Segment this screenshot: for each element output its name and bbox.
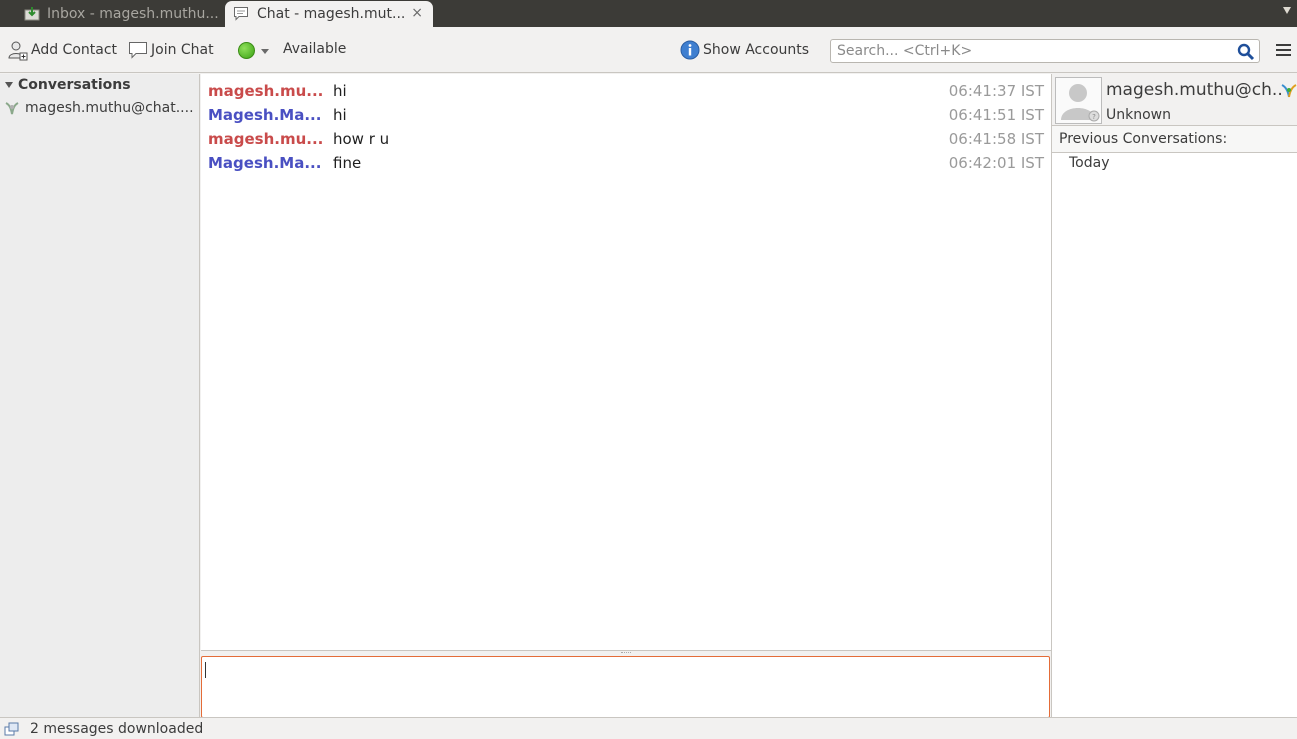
- join-chat-button[interactable]: Join Chat: [127, 39, 214, 61]
- message-input[interactable]: [202, 657, 1049, 717]
- expand-triangle-icon: [5, 82, 13, 88]
- contact-name: magesh.muthu@ch...: [1106, 80, 1284, 100]
- message-time: 06:41:58 IST: [948, 130, 1044, 148]
- svg-text:?: ?: [1092, 113, 1096, 121]
- add-contact-icon: [8, 41, 28, 61]
- message-time: 06:42:01 IST: [948, 154, 1044, 172]
- chat-message: Magesh.Ma... fine 06:42:01 IST: [208, 152, 1044, 174]
- mail-inbox-icon: [24, 7, 40, 21]
- chat-log: magesh.mu... hi 06:41:37 IST Magesh.Ma..…: [201, 74, 1051, 650]
- search-box: [830, 39, 1260, 63]
- conversations-sidebar: Conversations magesh.muthu@chat....: [0, 74, 200, 717]
- search-icon[interactable]: [1237, 43, 1255, 61]
- search-input[interactable]: [831, 40, 1226, 62]
- tab-chat[interactable]: Chat - magesh.mut... ×: [225, 1, 433, 27]
- conversation-item-label: magesh.muthu@chat....: [25, 100, 194, 116]
- conversations-title: Conversations: [18, 77, 131, 93]
- message-sender[interactable]: Magesh.Ma...: [208, 154, 333, 172]
- previous-conversations-label: Previous Conversations:: [1059, 131, 1228, 147]
- message-text: fine: [333, 154, 362, 172]
- menu-bar-icon: [1276, 54, 1291, 56]
- conversations-header[interactable]: Conversations: [5, 77, 131, 93]
- menu-bar-icon: [1276, 44, 1291, 46]
- contact-status: Unknown: [1106, 107, 1171, 123]
- close-icon[interactable]: ×: [411, 5, 423, 21]
- message-sender[interactable]: magesh.mu...: [208, 130, 333, 148]
- info-icon: [680, 40, 700, 60]
- conversation-item[interactable]: magesh.muthu@chat....: [4, 98, 196, 118]
- contact-header: ? magesh.muthu@ch... Unknown: [1052, 74, 1297, 126]
- chat-message: Magesh.Ma... hi 06:41:51 IST: [208, 104, 1044, 126]
- menu-bar-icon: [1276, 49, 1291, 51]
- splitter-grip-icon: [621, 652, 631, 654]
- message-sender[interactable]: magesh.mu...: [208, 82, 333, 100]
- chevron-down-icon[interactable]: [1283, 7, 1291, 14]
- text-caret: [205, 662, 206, 678]
- toolbar: Add Contact Join Chat Available Show Acc…: [0, 27, 1297, 73]
- message-sender[interactable]: Magesh.Ma...: [208, 106, 333, 124]
- app-menu-button[interactable]: [1276, 44, 1291, 59]
- message-time: 06:41:37 IST: [948, 82, 1044, 100]
- tab-chat-label: Chat - magesh.mut...: [257, 6, 406, 22]
- add-contact-label: Add Contact: [31, 42, 118, 58]
- status-label[interactable]: Available: [283, 41, 346, 57]
- tab-bar: Inbox - magesh.muthu... Chat - magesh.mu…: [0, 0, 1297, 27]
- join-chat-icon: [129, 42, 147, 59]
- status-bar: 2 messages downloaded: [0, 717, 1297, 739]
- join-chat-label: Join Chat: [151, 42, 214, 58]
- show-accounts-label: Show Accounts: [703, 42, 810, 58]
- chat-message: magesh.mu... how r u 06:41:58 IST: [208, 128, 1044, 150]
- chat-message: magesh.mu... hi 06:41:37 IST: [208, 80, 1044, 102]
- default-avatar-icon: ?: [1061, 84, 1100, 122]
- status-available-icon[interactable]: [238, 42, 255, 59]
- avatar: ?: [1055, 77, 1102, 124]
- message-time: 06:41:51 IST: [948, 106, 1044, 124]
- message-text: hi: [333, 82, 347, 100]
- previous-conversations-header: Previous Conversations:: [1052, 126, 1297, 153]
- message-text: hi: [333, 106, 347, 124]
- chat-bubble-icon: [234, 7, 248, 21]
- protocol-icon: [1281, 84, 1297, 98]
- contact-panel: ? magesh.muthu@ch... Unknown Previous Co…: [1051, 74, 1297, 717]
- show-accounts-button[interactable]: Show Accounts: [679, 39, 809, 61]
- chevron-down-icon[interactable]: [261, 49, 269, 54]
- message-input-box: [201, 656, 1050, 718]
- tab-inbox[interactable]: Inbox - magesh.muthu...: [8, 1, 222, 27]
- tab-inbox-label: Inbox - magesh.muthu...: [47, 6, 219, 22]
- status-text: 2 messages downloaded: [30, 721, 204, 737]
- previous-conversation-item[interactable]: Today: [1069, 155, 1110, 171]
- activity-icon[interactable]: [4, 722, 20, 736]
- message-text: how r u: [333, 130, 390, 148]
- add-contact-button[interactable]: Add Contact: [7, 39, 117, 61]
- buddy-protocol-icon: [5, 102, 19, 115]
